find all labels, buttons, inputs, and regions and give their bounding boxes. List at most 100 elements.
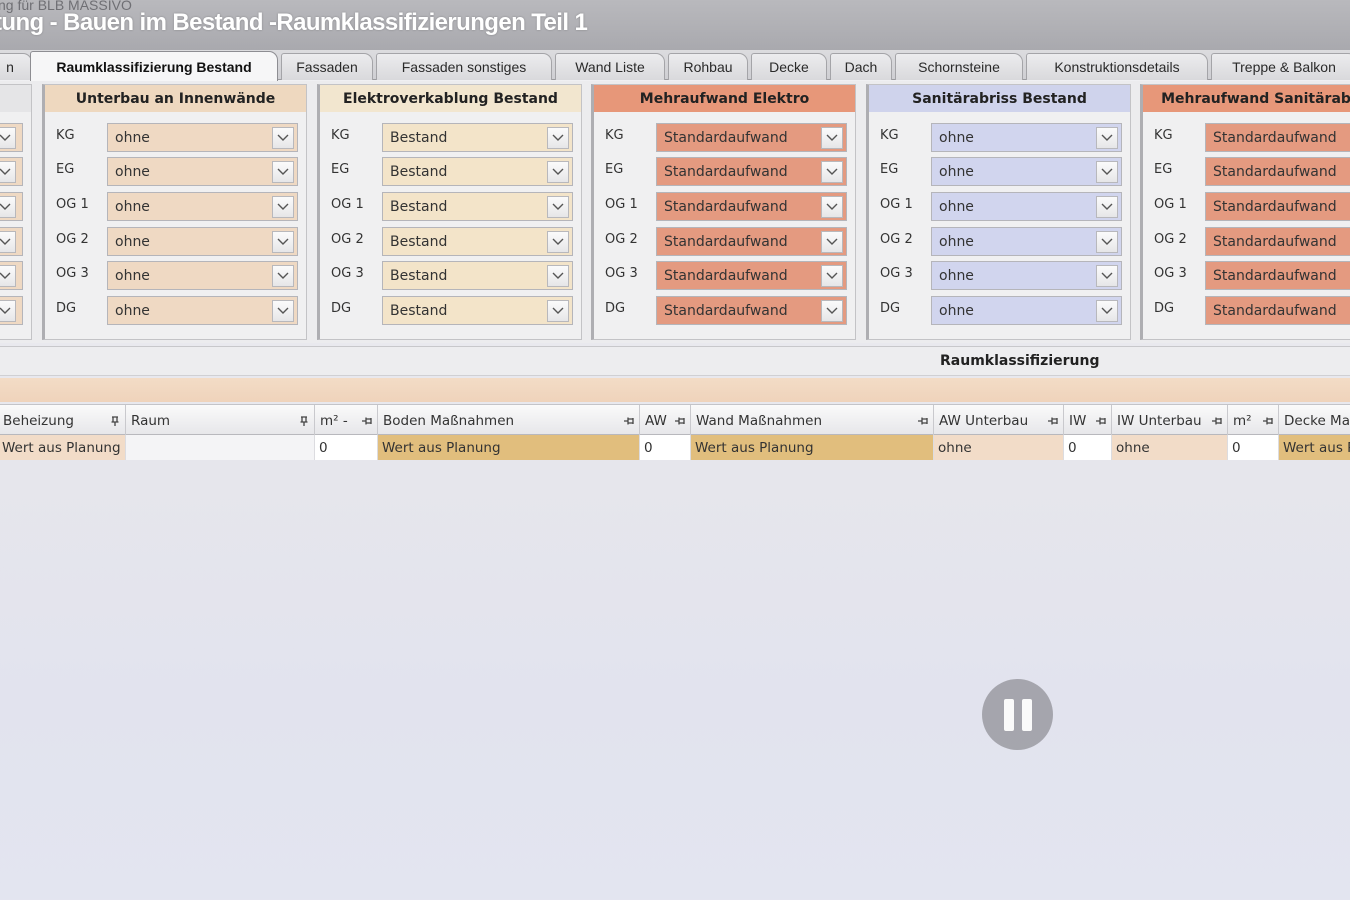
floor-dropdown[interactable]: Standardaufwand	[656, 123, 847, 152]
chevron-down-icon[interactable]	[1096, 299, 1118, 322]
chevron-down-icon[interactable]	[0, 126, 16, 149]
floor-dropdown[interactable]: Bestand	[382, 227, 573, 256]
chevron-down-icon[interactable]	[0, 230, 16, 253]
chevron-down-icon[interactable]	[1096, 230, 1118, 253]
chevron-down-icon[interactable]	[821, 126, 843, 149]
table-cell[interactable]	[126, 435, 315, 460]
pin-icon[interactable]	[917, 415, 929, 427]
column-header[interactable]: m²	[1228, 405, 1279, 436]
column-header[interactable]: Beheizung	[0, 405, 126, 436]
tab-dach[interactable]: Dach	[830, 53, 892, 80]
tab-previous[interactable]: n	[0, 53, 32, 80]
column-header[interactable]: Boden Maßnahmen	[378, 405, 640, 436]
tab-fassaden-sonstiges[interactable]: Fassaden sonstiges	[376, 53, 552, 80]
table-cell[interactable]: ohne	[934, 435, 1064, 460]
tab-rohbau[interactable]: Rohbau	[668, 53, 748, 80]
chevron-down-icon[interactable]	[272, 126, 294, 149]
pin-icon[interactable]	[109, 415, 121, 427]
floor-dropdown[interactable]: Standardaufwand	[656, 227, 847, 256]
pin-icon[interactable]	[1095, 415, 1107, 427]
chevron-down-icon[interactable]	[1096, 126, 1118, 149]
floor-dropdown[interactable]: ohne	[107, 296, 298, 325]
floor-dropdown[interactable]: Bestand	[382, 296, 573, 325]
floor-dropdown[interactable]: ohne	[931, 227, 1122, 256]
column-header[interactable]: Wand Maßnahmen	[691, 405, 934, 436]
pin-icon[interactable]	[1047, 415, 1059, 427]
floor-dropdown[interactable]: Bestand	[382, 261, 573, 290]
floor-dropdown[interactable]: ohne	[931, 296, 1122, 325]
chevron-down-icon[interactable]	[1096, 195, 1118, 218]
pause-icon[interactable]	[982, 679, 1053, 750]
column-header[interactable]: Raum	[126, 405, 315, 436]
floor-dropdown[interactable]: Standardaufwand	[1205, 227, 1350, 256]
chevron-down-icon[interactable]	[272, 299, 294, 322]
pin-icon[interactable]	[674, 415, 686, 427]
chevron-down-icon[interactable]	[821, 195, 843, 218]
tab-treppe-balkon[interactable]: Treppe & Balkon	[1211, 53, 1350, 80]
chevron-down-icon[interactable]	[0, 195, 16, 218]
floor-dropdown[interactable]: ohne	[107, 157, 298, 186]
pin-icon[interactable]	[361, 415, 373, 427]
chevron-down-icon[interactable]	[547, 230, 569, 253]
table-row[interactable]: Wert aus Planung 0 Wert aus Planung 0 Wert a…	[0, 435, 1350, 460]
floor-dropdown[interactable]: Standardaufwand	[1205, 157, 1350, 186]
floor-dropdown[interactable]: ohne	[931, 192, 1122, 221]
chevron-down-icon[interactable]	[1096, 264, 1118, 287]
floor-dropdown[interactable]: Standardaufwand	[1205, 123, 1350, 152]
chevron-down-icon[interactable]	[821, 160, 843, 183]
floor-dropdown[interactable]: ohne	[107, 123, 298, 152]
table-cell[interactable]: 0	[315, 435, 378, 460]
column-header[interactable]: AW Unterbau	[934, 405, 1064, 436]
tab-raumklassifizierung-bestand[interactable]: Raumklassifizierung Bestand	[30, 51, 278, 81]
floor-dropdown[interactable]: Bestand	[382, 157, 573, 186]
floor-dropdown[interactable]: ohne	[107, 227, 298, 256]
floor-dropdown[interactable]: Bestand	[382, 123, 573, 152]
chevron-down-icon[interactable]	[547, 264, 569, 287]
table-cell[interactable]: Wert aus Planung	[691, 435, 934, 460]
chevron-down-icon[interactable]	[821, 299, 843, 322]
tab-wand-liste[interactable]: Wand Liste	[555, 53, 665, 80]
column-header[interactable]: AW	[640, 405, 691, 436]
pin-icon[interactable]	[1262, 415, 1274, 427]
chevron-down-icon[interactable]	[0, 160, 16, 183]
tab-konstruktionsdetails[interactable]: Konstruktionsdetails	[1026, 53, 1208, 80]
chevron-down-icon[interactable]	[821, 230, 843, 253]
pin-icon[interactable]	[1211, 415, 1223, 427]
floor-dropdown[interactable]: Standardaufwand	[1205, 192, 1350, 221]
chevron-down-icon[interactable]	[0, 299, 16, 322]
column-header[interactable]: Decke Ma	[1279, 405, 1350, 436]
pin-icon[interactable]	[623, 415, 635, 427]
chevron-down-icon[interactable]	[547, 195, 569, 218]
floor-dropdown[interactable]: ohne	[107, 261, 298, 290]
floor-dropdown[interactable]: ohne	[107, 192, 298, 221]
tab-decke[interactable]: Decke	[751, 53, 827, 80]
table-cell[interactable]: Wert aus Planung	[378, 435, 640, 460]
table-cell[interactable]: 0	[1228, 435, 1279, 460]
floor-dropdown[interactable]: Standardaufwand	[656, 296, 847, 325]
chevron-down-icon[interactable]	[821, 264, 843, 287]
column-header[interactable]: m² -	[315, 405, 378, 436]
chevron-down-icon[interactable]	[1096, 160, 1118, 183]
tab-schornsteine[interactable]: Schornsteine	[895, 53, 1023, 80]
floor-dropdown[interactable]: Standardaufwand	[656, 261, 847, 290]
chevron-down-icon[interactable]	[547, 299, 569, 322]
floor-dropdown[interactable]: Standardaufwand	[656, 192, 847, 221]
floor-dropdown[interactable]: Standardaufwand	[1205, 261, 1350, 290]
chevron-down-icon[interactable]	[272, 230, 294, 253]
table-cell[interactable]: 0	[640, 435, 691, 460]
chevron-down-icon[interactable]	[0, 264, 16, 287]
chevron-down-icon[interactable]	[547, 160, 569, 183]
column-header[interactable]: IW Unterbau	[1112, 405, 1228, 436]
video-title[interactable]: tung - Bauen im Bestand -Raumklassifizie…	[0, 9, 588, 37]
chevron-down-icon[interactable]	[272, 264, 294, 287]
table-cell[interactable]: ohne	[1112, 435, 1228, 460]
floor-dropdown[interactable]: ohne	[931, 157, 1122, 186]
floor-dropdown[interactable]: Standardaufwand	[1205, 296, 1350, 325]
floor-dropdown[interactable]: ohne	[931, 261, 1122, 290]
floor-dropdown[interactable]: ohne	[931, 123, 1122, 152]
chevron-down-icon[interactable]	[272, 160, 294, 183]
chevron-down-icon[interactable]	[547, 126, 569, 149]
floor-dropdown[interactable]: Standardaufwand	[656, 157, 847, 186]
table-cell[interactable]: 0	[1064, 435, 1112, 460]
column-header[interactable]: IW	[1064, 405, 1112, 436]
